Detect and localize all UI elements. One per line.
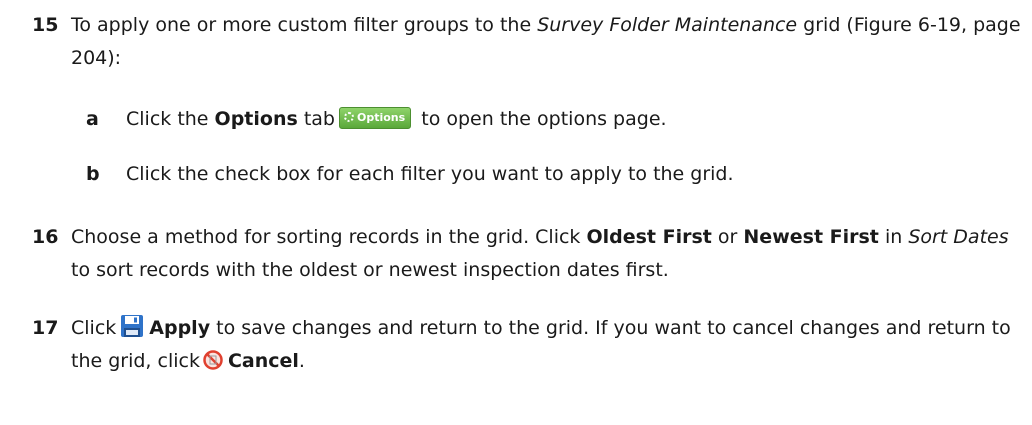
step-text: Choose a method for sorting records in t…	[71, 226, 1009, 281]
cancel-icon[interactable]	[203, 349, 223, 370]
options-tab-button[interactable]: Options	[339, 106, 412, 129]
cancel-label: Cancel	[227, 350, 299, 372]
sort-dates-label: Sort Dates	[908, 226, 1009, 248]
substep-text: Click the Options tab Options to open the…	[126, 106, 667, 130]
substep-text: Click the check box for each filter you …	[126, 163, 734, 185]
newest-first-label: Newest First	[743, 226, 879, 248]
step-number: 17	[32, 317, 59, 339]
substep-a: a Click the Options tab Options to open t…	[86, 103, 1016, 136]
grid-name: Survey Folder Maintenance	[537, 14, 798, 36]
apply-label: Apply	[149, 317, 211, 339]
floppy-disk-icon[interactable]	[120, 314, 144, 338]
step-16: 16 Choose a method for sorting records i…	[32, 221, 1022, 287]
step-text: Click Apply to save changes and return t…	[71, 312, 1022, 378]
step-15: 15 To apply one or more custom filter gr…	[32, 9, 1022, 75]
step-text: To apply one or more custom filter group…	[71, 14, 1021, 69]
substep-letter: b	[86, 163, 100, 185]
substep-b: b Click the check box for each filter yo…	[86, 158, 1016, 191]
options-label: Options	[214, 108, 298, 130]
gear-icon	[344, 111, 354, 122]
step-number: 16	[32, 226, 59, 248]
oldest-first-label: Oldest First	[586, 226, 712, 248]
step-17: 17 Click Apply to save changes and retur…	[32, 312, 1022, 378]
step-number: 15	[32, 14, 59, 36]
substep-letter: a	[86, 108, 99, 130]
